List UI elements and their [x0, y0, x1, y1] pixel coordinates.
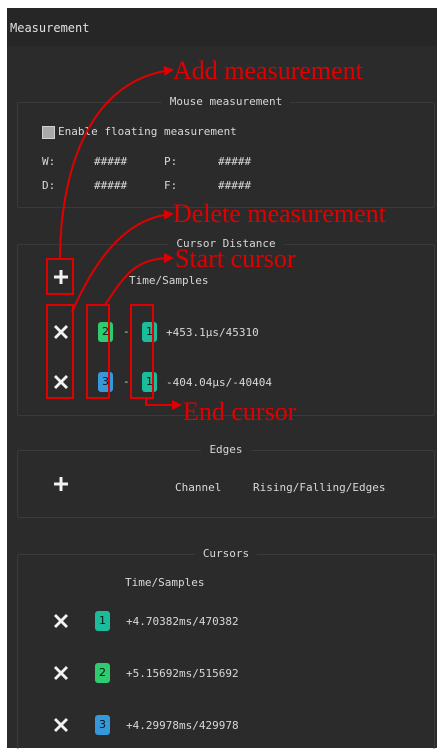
- delete-measurement-annotation: Delete measurement: [173, 199, 387, 228]
- start-cursor-highlight: [86, 304, 110, 399]
- add-button-highlight: [46, 258, 74, 295]
- end-cursor-highlight: [130, 304, 154, 399]
- start-cursor-annotation: Start cursor: [175, 244, 296, 273]
- start-cursor-arrow: [104, 253, 174, 306]
- delete-measurement-arrow: [71, 209, 174, 313]
- add-measurement-arrow: [59, 65, 174, 260]
- end-cursor-annotation: End cursor: [183, 397, 297, 426]
- delete-buttons-highlight: [46, 304, 74, 399]
- end-cursor-arrow: [145, 398, 182, 410]
- add-measurement-annotation: Add measurement: [173, 56, 364, 85]
- annotation-overlay: Add measurement Delete measurement Start…: [46, 56, 387, 426]
